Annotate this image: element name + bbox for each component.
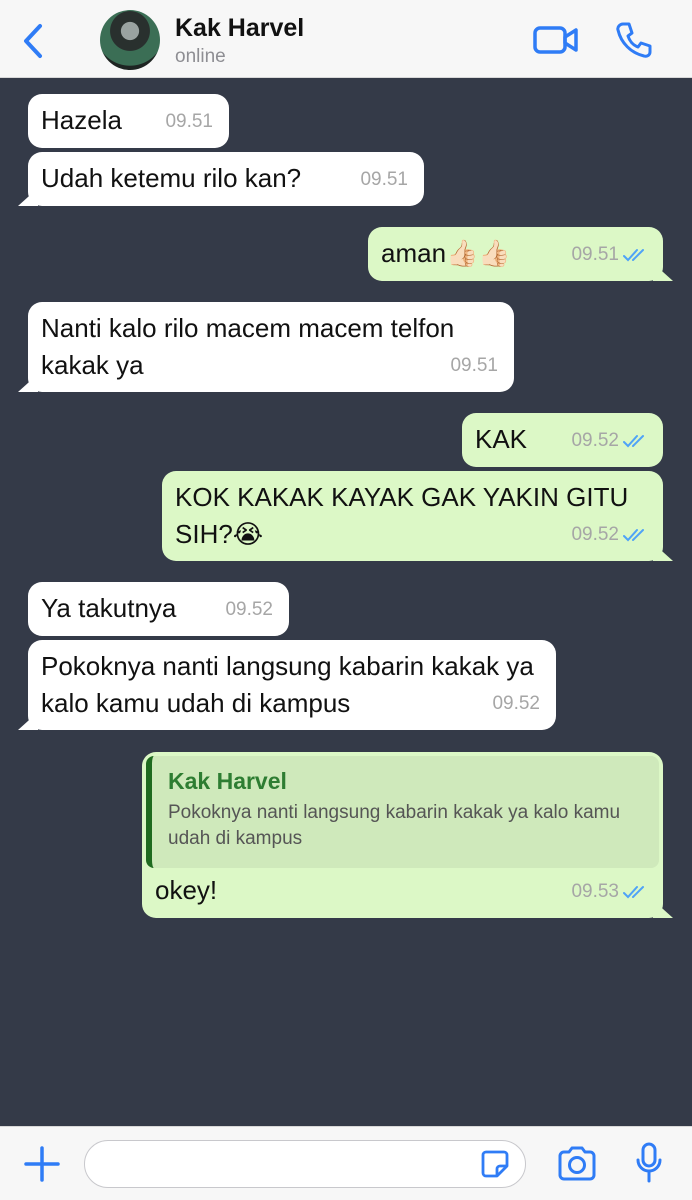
phone-icon	[616, 22, 652, 58]
message-text: Ya takutnya	[41, 593, 177, 623]
quoted-text: Pokoknya nanti langsung kabarin kakak ya…	[168, 802, 621, 849]
voice-call-button[interactable]	[614, 20, 654, 60]
camera-icon	[558, 1146, 596, 1181]
message-time-wrap: 09.52	[492, 685, 540, 722]
outgoing-message[interactable]: aman👍🏻👍🏻 09.51	[368, 227, 673, 281]
message-time-wrap: 09.51	[571, 236, 649, 273]
video-call-button[interactable]	[532, 22, 580, 58]
message-text: okey!	[155, 875, 218, 905]
incoming-message[interactable]: Hazela 09.51	[28, 94, 229, 148]
message-text: KAK	[475, 424, 528, 454]
chevron-left-icon	[24, 24, 42, 58]
incoming-message[interactable]: Udah ketemu rilo kan? 09.51	[18, 152, 424, 206]
double-check-icon	[623, 528, 644, 541]
sticker-icon	[481, 1150, 509, 1178]
double-check-icon	[623, 434, 644, 447]
video-camera-icon	[533, 26, 578, 54]
camera-button[interactable]	[556, 1145, 598, 1183]
message-text: Pokoknya nanti langsung kabarin kakak ya…	[41, 651, 534, 718]
message-time-wrap: 09.52	[571, 516, 649, 553]
contact-status: online	[175, 46, 226, 67]
bubble-tail	[653, 543, 673, 561]
message-time: 09.51	[571, 244, 619, 265]
microphone-button[interactable]	[634, 1141, 664, 1185]
chat-area[interactable]: Hazela 09.51 Udah ketemu rilo kan? 09.51…	[0, 78, 692, 1126]
outgoing-message[interactable]: KAK 09.52	[462, 413, 663, 467]
microphone-icon	[636, 1142, 662, 1183]
quoted-sender: Kak Harvel	[168, 768, 287, 794]
composer-bar	[0, 1126, 692, 1200]
outgoing-message[interactable]: Kak Harvel Pokoknya nanti langsung kabar…	[142, 752, 673, 918]
back-button[interactable]	[18, 22, 48, 60]
avatar[interactable]	[100, 10, 160, 70]
double-check-icon	[623, 885, 644, 898]
sticker-button[interactable]	[480, 1149, 510, 1179]
plus-icon	[24, 1146, 60, 1182]
incoming-message[interactable]: Ya takutnya 09.52	[28, 582, 289, 636]
outgoing-message[interactable]: KOK KAKAK KAYAK GAK YAKIN GITU SIH?😭 09.…	[162, 471, 673, 561]
message-time: 09.51	[450, 355, 498, 376]
message-time: 09.52	[225, 599, 273, 620]
quoted-message[interactable]: Kak Harvel Pokoknya nanti langsung kabar…	[146, 756, 659, 868]
double-check-icon	[623, 248, 644, 261]
message-time: 09.52	[571, 524, 619, 545]
message-time: 09.52	[571, 430, 619, 451]
message-text: Nanti kalo rilo macem macem telfon kakak…	[41, 313, 455, 380]
message-time-wrap: 09.52	[571, 422, 649, 459]
message-text: aman👍🏻👍🏻	[381, 238, 511, 268]
attach-button[interactable]	[22, 1144, 62, 1184]
message-input[interactable]	[84, 1140, 526, 1188]
incoming-message[interactable]: Nanti kalo rilo macem macem telfon kakak…	[18, 302, 514, 392]
bubble-tail	[18, 712, 38, 730]
message-time-wrap: 09.51	[165, 103, 213, 140]
chat-header: Kak Harvel online	[0, 0, 692, 78]
message-time: 09.51	[165, 111, 213, 132]
bubble-tail	[653, 900, 673, 918]
message-time: 09.53	[571, 881, 619, 902]
message-time-wrap: 09.53	[571, 873, 649, 910]
message-time-wrap: 09.51	[360, 161, 408, 198]
bubble-tail	[18, 188, 38, 206]
message-time-wrap: 09.52	[225, 591, 273, 628]
message-text: Udah ketemu rilo kan?	[41, 163, 302, 193]
message-time: 09.52	[492, 693, 540, 714]
contact-name[interactable]: Kak Harvel	[175, 14, 304, 43]
message-time: 09.51	[360, 169, 408, 190]
incoming-message[interactable]: Pokoknya nanti langsung kabarin kakak ya…	[18, 640, 556, 730]
bubble-tail	[18, 374, 38, 392]
message-text: Hazela	[41, 105, 122, 135]
bubble-tail	[653, 263, 673, 281]
message-time-wrap: 09.51	[450, 347, 498, 384]
